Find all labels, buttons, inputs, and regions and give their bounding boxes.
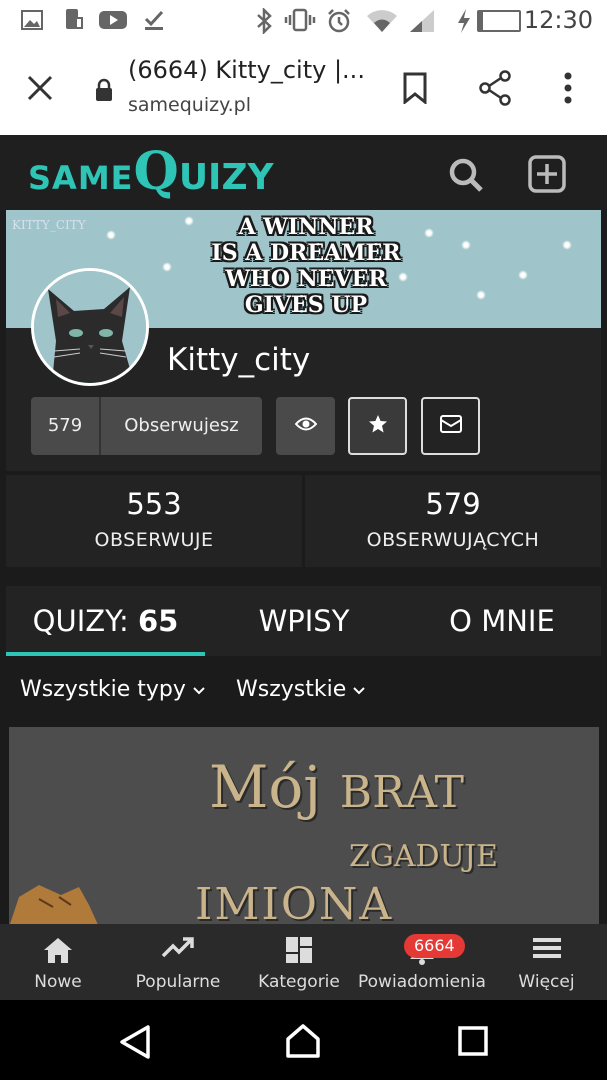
trending-up-icon <box>161 936 195 964</box>
status-bar: 11% 12:30 <box>0 0 607 42</box>
sparkle <box>106 230 116 240</box>
sparkle <box>562 240 572 250</box>
profile-tabs: QUIZY: 65 WPISY O MNIE <box>6 586 601 656</box>
tab-quizy[interactable]: QUIZY: 65 <box>6 586 205 656</box>
profile-username: Kitty_city <box>167 342 311 378</box>
nav-label: Popularne <box>135 972 221 992</box>
nav-label: Więcej <box>518 972 575 992</box>
menu-icon <box>532 936 562 964</box>
home-circle-icon[interactable] <box>284 1022 322 1064</box>
message-button[interactable] <box>421 397 480 455</box>
avatar[interactable] <box>31 268 149 386</box>
banner-watermark: KITTY_CITY <box>12 218 86 232</box>
dashboard-icon <box>285 936 313 968</box>
quiz-title-word: BRAT <box>339 767 464 818</box>
page-title[interactable]: (6664) Kitty_city |... <box>128 56 365 84</box>
stat-value: 579 <box>425 487 481 521</box>
samequizy-logo[interactable]: SAMEQUIZY <box>28 141 274 202</box>
download-done-icon <box>142 8 166 36</box>
nav-label: Nowe <box>34 972 82 992</box>
filter-range-label: Wszystkie <box>236 677 347 702</box>
lock-icon <box>94 78 114 106</box>
search-icon[interactable] <box>448 157 484 197</box>
close-icon[interactable] <box>26 74 54 106</box>
star-icon <box>368 414 388 438</box>
mail-icon <box>439 415 462 437</box>
quote-line: IS A DREAMER <box>211 240 401 266</box>
battery-indicator: 11% <box>477 10 521 32</box>
quiz-title-line1: Mój BRAT <box>209 753 464 821</box>
filter-range-dropdown[interactable]: Wszystkie <box>236 677 366 702</box>
more-vert-icon[interactable] <box>563 72 573 108</box>
clock: 12:30 <box>523 6 593 34</box>
bluetooth-icon <box>254 6 274 38</box>
logo-same: SAME <box>28 159 134 197</box>
chevron-down-icon <box>352 677 366 702</box>
vibrate-icon <box>284 8 316 36</box>
watch-button[interactable] <box>276 397 335 455</box>
site-header: SAMEQUIZY <box>0 135 607 210</box>
youtube-icon <box>98 8 128 36</box>
nav-powiadomienia[interactable]: 6664 Powiadomienia <box>358 924 486 1000</box>
quiz-title-line2: ZGADUJE <box>349 839 498 874</box>
home-icon <box>42 936 74 968</box>
charging-bolt-icon <box>456 8 472 38</box>
quote-line: A WINNER <box>238 214 374 240</box>
add-box-icon[interactable] <box>528 155 566 197</box>
tab-o-mnie[interactable]: O MNIE <box>403 586 601 656</box>
favorite-button[interactable] <box>348 397 407 455</box>
sparkle <box>476 290 486 300</box>
eye-icon <box>294 416 317 436</box>
sparkle <box>518 270 528 280</box>
quiz-card[interactable]: Mój BRAT ZGADUJE IMIONA <box>9 727 599 924</box>
gallery-icon <box>20 8 44 36</box>
alarm-icon <box>326 8 352 38</box>
chevron-down-icon <box>192 677 206 702</box>
quiz-title-line3: IMIONA <box>195 879 394 924</box>
android-nav-bar <box>0 1000 607 1080</box>
back-icon[interactable] <box>118 1024 152 1064</box>
stat-value: 553 <box>126 487 182 521</box>
follow-button[interactable]: 579 Obserwujesz <box>31 397 262 455</box>
quiz-title-word: Mój <box>209 753 322 821</box>
bookmark-icon[interactable] <box>402 72 428 108</box>
recent-apps-icon[interactable] <box>458 1026 488 1060</box>
cat-image <box>9 877 129 924</box>
follow-label: Obserwujesz <box>124 415 239 436</box>
filter-type-dropdown[interactable]: Wszystkie typy <box>20 677 206 702</box>
wifi-icon <box>366 8 398 38</box>
battery-percent: 11% <box>482 13 516 29</box>
stat-label: OBSERWUJE <box>94 529 214 551</box>
banner-quote: A WINNER IS A DREAMER WHO NEVER GIVES UP <box>156 214 456 318</box>
quote-line: WHO NEVER <box>225 266 387 292</box>
filter-type-label: Wszystkie typy <box>20 677 186 702</box>
nav-label: Powiadomienia <box>358 972 486 992</box>
stat-label: OBSERWUJĄCYCH <box>366 529 540 551</box>
signal-icon <box>408 8 436 38</box>
quote-line: GIVES UP <box>244 292 368 318</box>
notification-badge: 6664 <box>404 934 465 958</box>
page-domain[interactable]: samequizy.pl <box>128 94 251 116</box>
nav-kategorie[interactable]: Kategorie <box>240 924 358 1000</box>
logo-uizy: UIZY <box>178 157 274 198</box>
bottom-nav: Nowe Popularne Kategorie 6664 Powiadomie… <box>0 924 607 1000</box>
follow-count: 579 <box>31 397 101 455</box>
tab-quizy-label: QUIZY: <box>32 604 129 638</box>
nav-popularne[interactable]: Popularne <box>116 924 240 1000</box>
stat-followers[interactable]: 579 OBSERWUJĄCYCH <box>305 475 601 567</box>
nav-nowe[interactable]: Nowe <box>0 924 116 1000</box>
tab-wpisy[interactable]: WPISY <box>205 586 403 656</box>
stat-following[interactable]: 553 OBSERWUJE <box>6 475 302 567</box>
logo-q: Q <box>133 141 179 202</box>
phone-charge-icon <box>62 8 84 36</box>
browser-toolbar: (6664) Kitty_city |... samequizy.pl <box>0 42 607 135</box>
nav-wiecej[interactable]: Więcej <box>486 924 607 1000</box>
sparkle <box>461 240 471 250</box>
nav-label: Kategorie <box>258 972 340 992</box>
tab-quizy-count: 65 <box>137 604 179 638</box>
share-icon[interactable] <box>478 70 512 110</box>
